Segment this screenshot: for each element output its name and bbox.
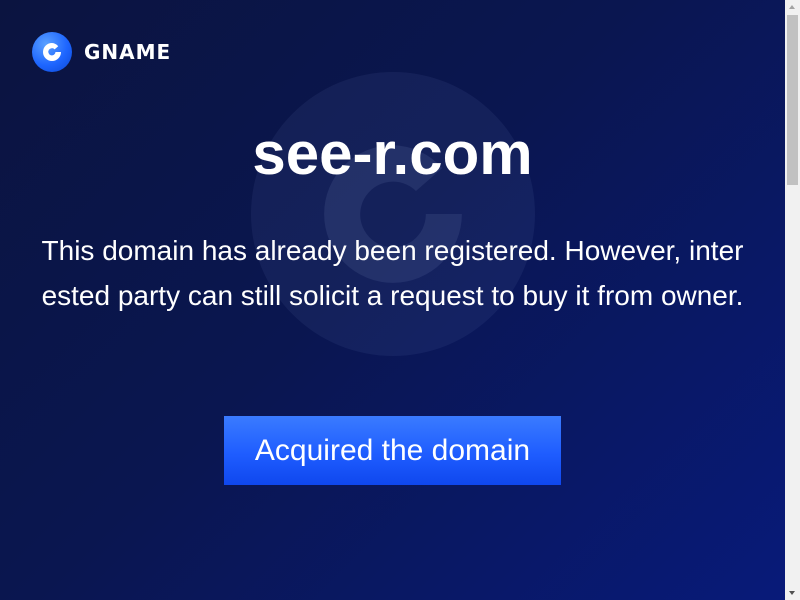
vertical-scrollbar[interactable]	[785, 0, 800, 600]
brand-logo[interactable]: GNAME	[32, 32, 171, 72]
scroll-down-arrow-icon[interactable]	[785, 585, 800, 600]
registered-message: This domain has already been registered.…	[41, 235, 744, 311]
page-viewport: GNAME see-r.com This domain has already …	[0, 0, 785, 600]
domain-name-heading: see-r.com	[252, 120, 533, 187]
scroll-up-arrow-icon[interactable]	[785, 0, 800, 15]
gname-logo-icon	[32, 32, 72, 72]
scrollbar-thumb[interactable]	[787, 15, 798, 185]
brand-name: GNAME	[84, 40, 172, 64]
acquire-domain-button[interactable]: Acquired the domain	[224, 416, 561, 485]
